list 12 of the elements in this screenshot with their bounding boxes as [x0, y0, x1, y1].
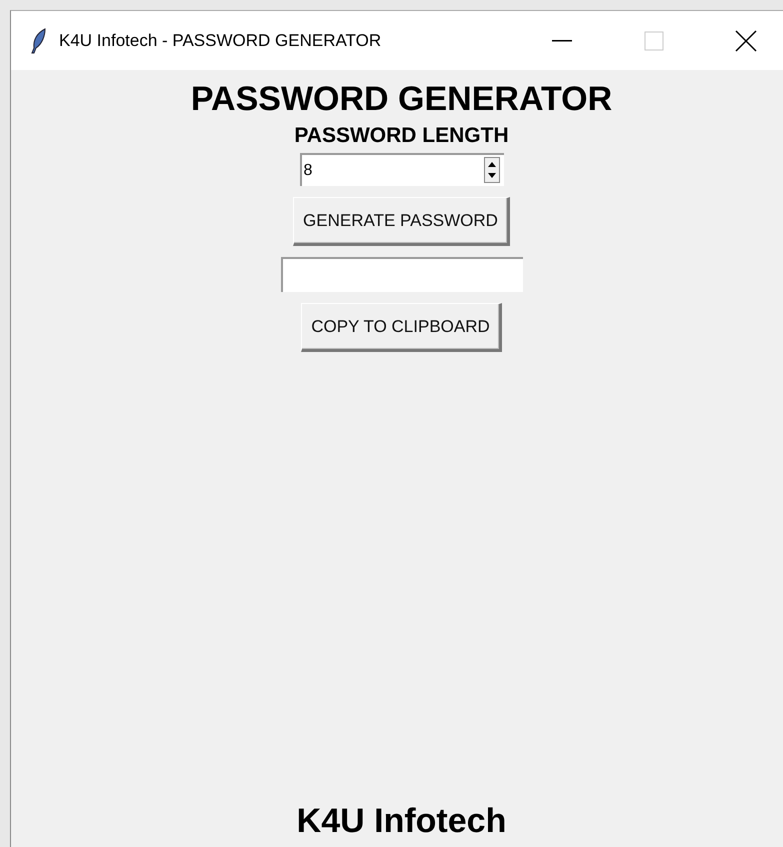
length-label: PASSWORD LENGTH	[294, 123, 509, 149]
window-title: K4U Infotech - PASSWORD GENERATOR	[59, 30, 382, 50]
length-spinbox[interactable]: 8	[300, 153, 504, 186]
close-icon[interactable]	[735, 30, 757, 52]
footer-text: K4U Infotech	[296, 802, 506, 841]
password-field[interactable]	[280, 257, 522, 292]
minimize-icon[interactable]	[552, 40, 572, 42]
app-heading: PASSWORD GENERATOR	[190, 79, 612, 119]
copy-to-clipboard-button[interactable]: COPY TO CLIPBOARD	[301, 303, 502, 352]
spin-arrows-icon[interactable]	[484, 157, 500, 183]
generate-password-button[interactable]: GENERATE PASSWORD	[293, 197, 510, 246]
feather-icon	[31, 28, 47, 54]
